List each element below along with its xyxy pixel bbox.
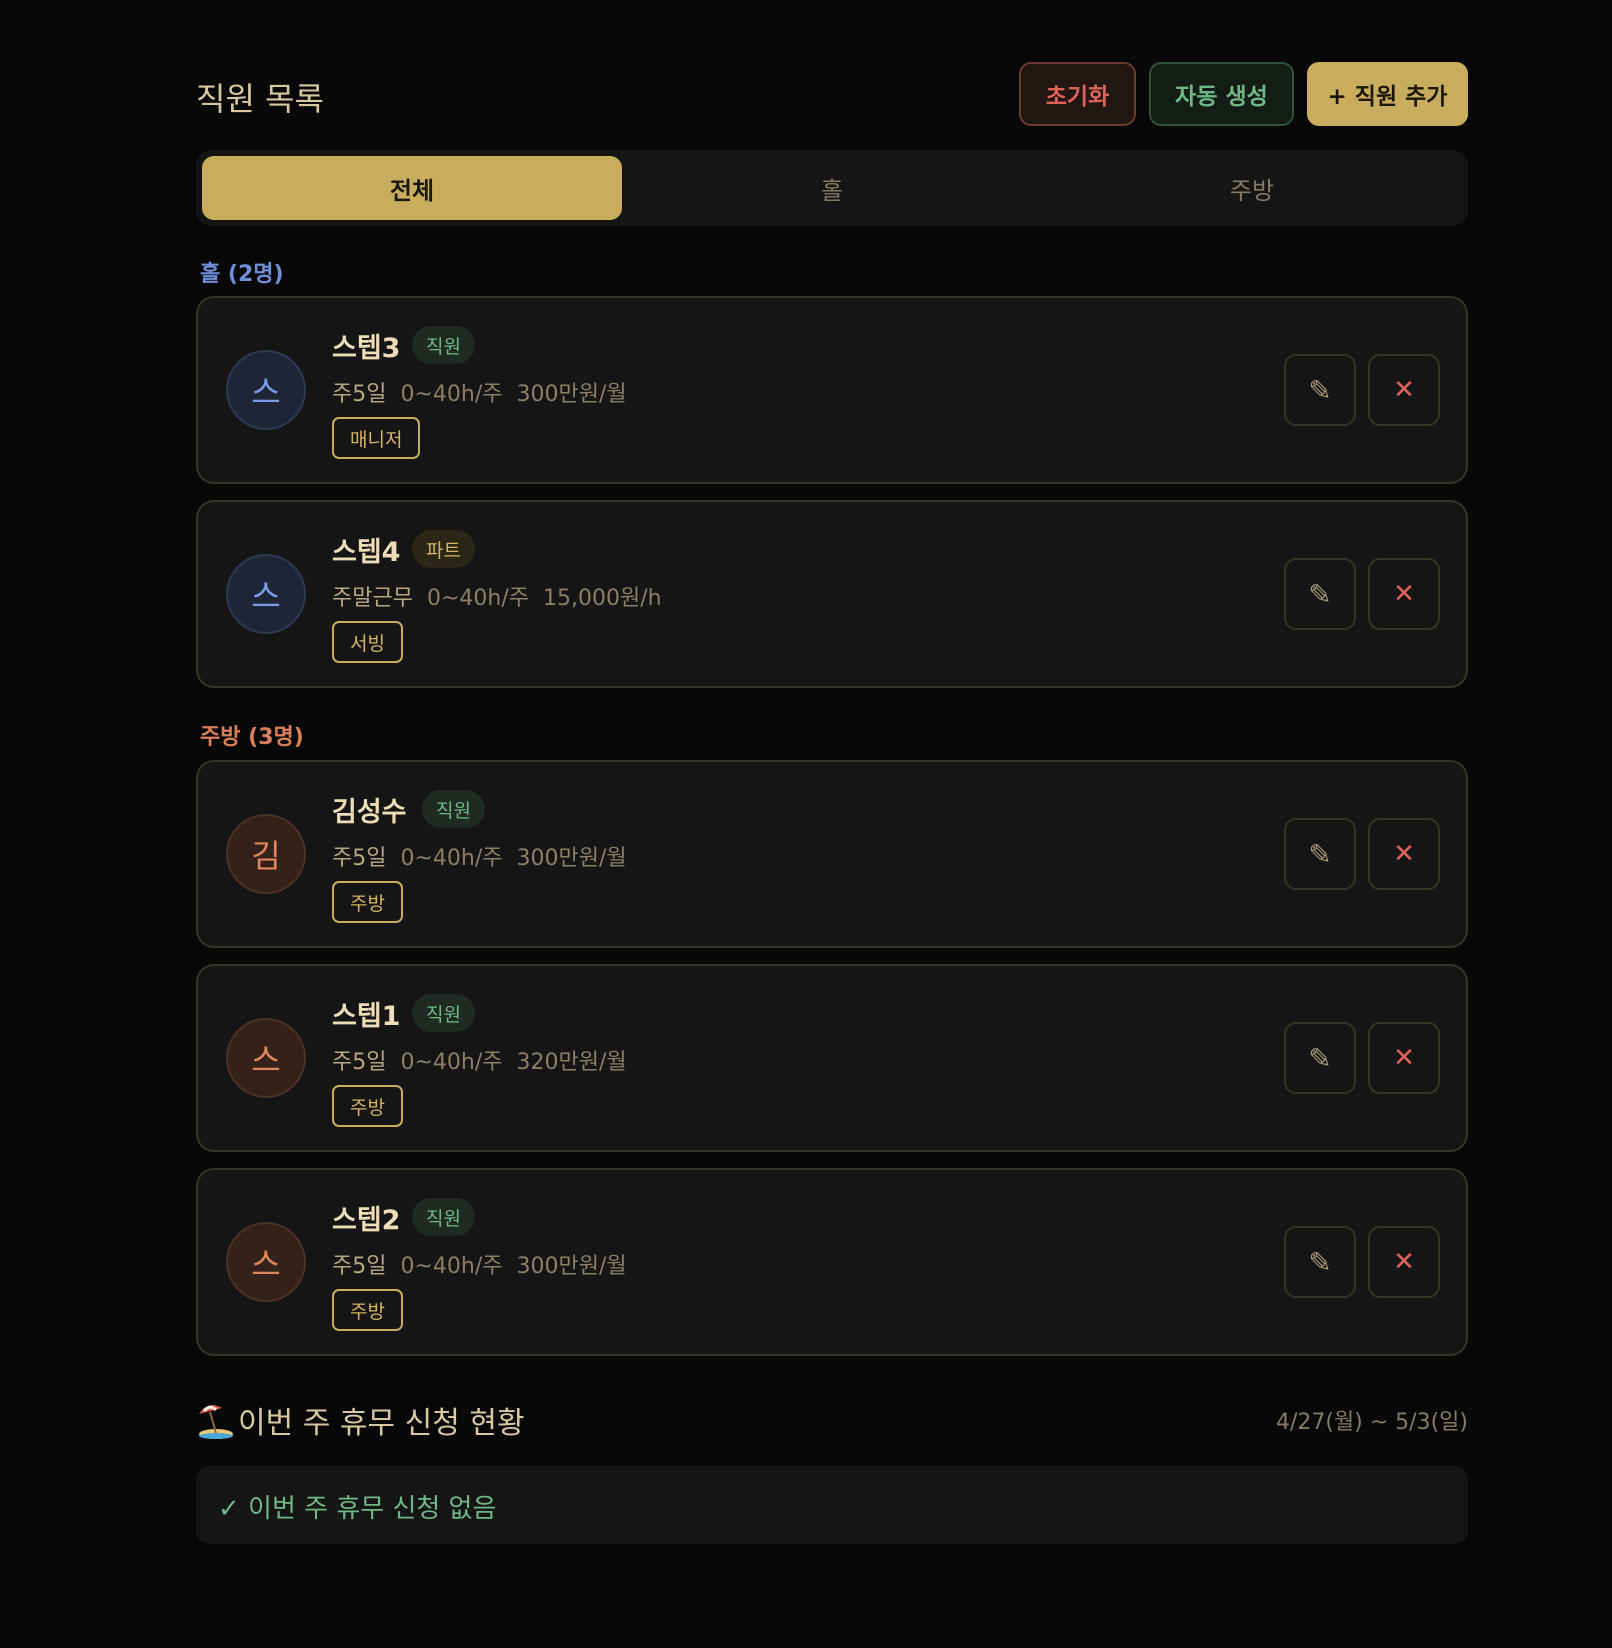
filter-tabs: 전체 홀 주방 [196,150,1468,226]
avatar: 스 [226,350,306,430]
staff-card: 스 스텝3 직원 주5일 0~40h/주 300만원/월 매니저 ✎ ✕ [196,296,1468,484]
staff-info: 주5일 0~40h/주 320만원/월 [332,1044,641,1076]
edit-button[interactable]: ✎ [1284,354,1356,426]
tab-kitchen[interactable]: 주방 [1042,156,1462,220]
employment-type-badge: 파트 [412,530,475,568]
staff-card: 김 김성수 직원 주5일 0~40h/주 300만원/월 주방 ✎ ✕ [196,760,1468,948]
work-days: 주5일 [332,1050,387,1075]
employment-type-badge: 직원 [412,1198,475,1236]
role-tag: 주방 [332,881,403,923]
pencil-icon: ✎ [1308,1245,1332,1279]
week-range: 4/27(월) ~ 5/3(일) [1275,1410,1468,1435]
work-days: 주말근무 [332,586,413,611]
leave-empty-message: ✓ 이번 주 휴무 신청 없음 [218,1494,497,1524]
staff-name: 김성수 [332,797,407,828]
leave-list: ✓ 이번 주 휴무 신청 없음 [196,1466,1468,1544]
work-hours: 0~40h/주 [400,1254,503,1279]
leave-section-title: 이번 주 휴무 신청 현황 [196,1398,525,1442]
role-tag: 매니저 [332,417,421,459]
delete-button[interactable]: ✕ [1368,1022,1440,1094]
edit-button[interactable]: ✎ [1284,1226,1356,1298]
pencil-icon: ✎ [1308,1041,1332,1075]
staff-info: 주5일 0~40h/주 300만원/월 [332,1248,641,1280]
auto-generate-button[interactable]: 자동 생성 [1149,62,1294,126]
staff-name: 스텝3 [332,333,401,364]
staff-name: 스텝4 [332,537,401,568]
work-days: 주5일 [332,1254,387,1279]
leave-title-text: 이번 주 휴무 신청 현황 [238,1406,525,1441]
delete-button[interactable]: ✕ [1368,1226,1440,1298]
delete-button[interactable]: ✕ [1368,354,1440,426]
pencil-icon: ✎ [1308,837,1332,871]
group-label-kitchen: 주방 (3명) [200,725,304,750]
staff-info: 주말근무 0~40h/주 15,000원/h [332,580,676,612]
staff-card: 스 스텝2 직원 주5일 0~40h/주 300만원/월 주방 ✎ ✕ [196,1168,1468,1356]
avatar: 스 [226,1222,306,1302]
reset-button[interactable]: 초기화 [1019,62,1136,126]
avatar: 스 [226,554,306,634]
pay-rate: 300만원/월 [516,1254,627,1279]
staff-name: 스텝2 [332,1205,401,1236]
delete-button[interactable]: ✕ [1368,818,1440,890]
work-days: 주5일 [332,846,387,871]
staff-info: 주5일 0~40h/주 300만원/월 [332,840,641,872]
pay-rate: 300만원/월 [516,846,627,871]
employment-type-badge: 직원 [422,790,485,828]
pay-rate: 320만원/월 [516,1050,627,1075]
work-hours: 0~40h/주 [400,846,503,871]
work-hours: 0~40h/주 [400,1050,503,1075]
avatar: 김 [226,814,306,894]
work-days: 주5일 [332,382,387,407]
edit-button[interactable]: ✎ [1284,558,1356,630]
employment-type-badge: 직원 [412,326,475,364]
delete-button[interactable]: ✕ [1368,558,1440,630]
pencil-icon: ✎ [1308,577,1332,611]
staff-name: 스텝1 [332,1001,401,1032]
role-tag: 주방 [332,1289,403,1331]
pay-rate: 300만원/월 [516,382,627,407]
role-tag: 주방 [332,1085,403,1127]
beach-umbrella-icon [199,1405,233,1439]
tab-hall[interactable]: 홀 [622,156,1042,220]
work-hours: 0~40h/주 [426,586,529,611]
avatar: 스 [226,1018,306,1098]
page-title: 직원 목록 [196,80,324,118]
employment-type-badge: 직원 [412,994,475,1032]
pencil-icon: ✎ [1308,373,1332,407]
staff-card: 스 스텝4 파트 주말근무 0~40h/주 15,000원/h 서빙 ✎ ✕ [196,500,1468,688]
work-hours: 0~40h/주 [400,382,503,407]
close-icon: ✕ [1393,579,1415,609]
close-icon: ✕ [1393,1043,1415,1073]
edit-button[interactable]: ✎ [1284,818,1356,890]
tab-all[interactable]: 전체 [202,156,622,220]
staff-info: 주5일 0~40h/주 300만원/월 [332,376,641,408]
group-label-hall: 홀 (2명) [200,262,284,287]
role-tag: 서빙 [332,621,403,663]
pay-rate: 15,000원/h [543,586,662,611]
edit-button[interactable]: ✎ [1284,1022,1356,1094]
add-staff-button[interactable]: + 직원 추가 [1307,62,1468,126]
close-icon: ✕ [1393,1247,1415,1277]
staff-card: 스 스텝1 직원 주5일 0~40h/주 320만원/월 주방 ✎ ✕ [196,964,1468,1152]
close-icon: ✕ [1393,375,1415,405]
header: 직원 목록 초기화 자동 생성 + 직원 추가 [196,62,1468,126]
close-icon: ✕ [1393,839,1415,869]
